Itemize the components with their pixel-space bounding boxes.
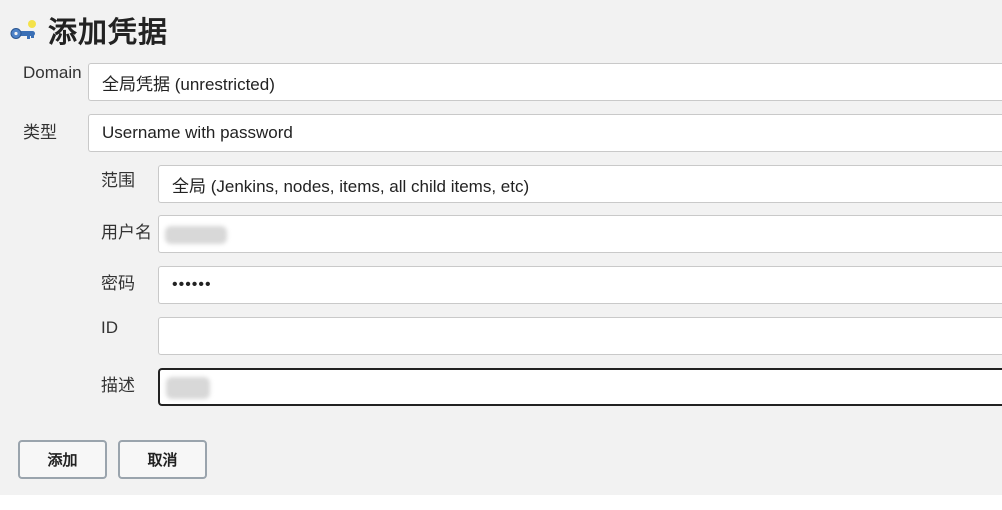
redacted-username	[165, 226, 227, 244]
page-title: 添加凭据	[48, 17, 169, 49]
id-label: ID	[101, 318, 118, 337]
domain-select[interactable]: 全局凭据 (unrestricted)	[88, 63, 1002, 101]
key-icon	[10, 20, 36, 39]
id-input[interactable]	[158, 317, 1002, 355]
cancel-button[interactable]: 取消	[118, 440, 207, 479]
page-header: 添加凭据	[10, 10, 168, 50]
password-value: ••••••	[172, 276, 212, 293]
description-input[interactable]	[158, 368, 1002, 406]
kind-select[interactable]: Username with password	[88, 114, 1002, 152]
add-button[interactable]: 添加	[18, 440, 107, 479]
scope-select[interactable]: 全局 (Jenkins, nodes, items, all child ite…	[158, 165, 1002, 203]
domain-value: 全局凭据 (unrestricted)	[102, 74, 275, 94]
credentials-form-panel: 添加凭据 Domain 全局凭据 (unrestricted) 类型 Usern…	[0, 0, 1002, 495]
password-label: 密码	[101, 274, 135, 293]
domain-label: Domain	[23, 63, 82, 82]
username-input[interactable]	[158, 215, 1002, 253]
username-label: 用户名	[101, 223, 152, 242]
description-label: 描述	[101, 376, 135, 395]
scope-label: 范围	[101, 171, 135, 190]
kind-label: 类型	[23, 123, 57, 142]
scope-value: 全局 (Jenkins, nodes, items, all child ite…	[172, 176, 530, 196]
kind-value: Username with password	[102, 123, 293, 142]
password-input[interactable]: ••••••	[158, 266, 1002, 304]
redacted-description	[166, 377, 210, 399]
